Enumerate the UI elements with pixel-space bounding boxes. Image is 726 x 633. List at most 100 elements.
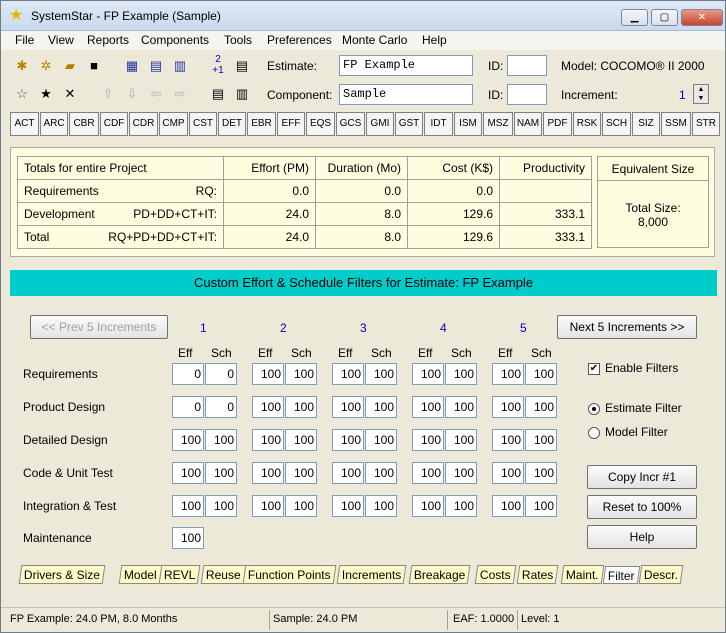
component-report-icon[interactable]: ▤ (207, 83, 229, 105)
effort-filter-input[interactable]: 100 (172, 495, 204, 517)
module-button-cdf[interactable]: CDF (100, 112, 128, 136)
move-down-icon[interactable]: ⇩ (121, 83, 143, 105)
menu-view[interactable]: View (48, 33, 74, 47)
star-outline-icon[interactable]: ☆ (11, 83, 33, 105)
schedule-filter-input[interactable]: 100 (285, 495, 317, 517)
effort-filter-input[interactable]: 100 (412, 396, 444, 418)
move-left-icon[interactable]: ⇦ (145, 83, 167, 105)
schedule-filter-input[interactable]: 100 (205, 462, 237, 484)
schedule-filter-input[interactable]: 100 (445, 495, 477, 517)
schedule-filter-input[interactable]: 100 (525, 363, 557, 385)
schedule-filter-input[interactable]: 100 (365, 363, 397, 385)
effort-filter-input[interactable]: 100 (252, 363, 284, 385)
tab-descr[interactable]: Descr. (638, 565, 684, 584)
estimate-id-input[interactable] (507, 55, 547, 76)
module-button-gst[interactable]: GST (395, 112, 423, 136)
schedule-filter-input[interactable]: 100 (365, 396, 397, 418)
effort-filter-input[interactable]: 100 (412, 495, 444, 517)
module-button-cdr[interactable]: CDR (129, 112, 158, 136)
effort-filter-input[interactable]: 100 (332, 396, 364, 418)
menu-preferences[interactable]: Preferences (267, 33, 332, 47)
module-button-msz[interactable]: MSZ (483, 112, 513, 136)
module-button-arc[interactable]: ARC (40, 112, 68, 136)
module-button-ism[interactable]: ISM (454, 112, 482, 136)
effort-filter-input[interactable]: 0 (172, 363, 204, 385)
menu-tools[interactable]: Tools (224, 33, 252, 47)
module-button-rsk[interactable]: RSK (573, 112, 601, 136)
schedule-filter-input[interactable]: 100 (525, 462, 557, 484)
list-view-icon[interactable]: ▤ (145, 55, 167, 77)
estimate-input[interactable]: FP Example (339, 55, 473, 76)
schedule-filter-input[interactable]: 100 (365, 429, 397, 451)
effort-filter-input[interactable]: 100 (252, 462, 284, 484)
maintenance-input[interactable]: 100 (172, 527, 204, 549)
increment-spinner[interactable]: ▲ ▼ (693, 84, 709, 104)
tab-revl[interactable]: REVL (158, 565, 201, 584)
module-button-eqs[interactable]: EQS (306, 112, 335, 136)
delete-icon[interactable]: ✕ (59, 83, 81, 105)
schedule-filter-input[interactable]: 0 (205, 363, 237, 385)
schedule-filter-input[interactable]: 100 (285, 396, 317, 418)
module-button-str[interactable]: STR (692, 112, 720, 136)
module-button-siz[interactable]: SIZ (632, 112, 660, 136)
module-button-cst[interactable]: CST (189, 112, 217, 136)
reset-button[interactable]: Reset to 100% (587, 495, 697, 519)
menu-components[interactable]: Components (141, 33, 209, 47)
schedule-filter-input[interactable]: 100 (205, 429, 237, 451)
tab-model[interactable]: Model (118, 565, 163, 584)
component-detail-icon[interactable]: ▥ (231, 83, 253, 105)
estimate-filter-radio[interactable] (588, 403, 600, 415)
tab-rates[interactable]: Rates (516, 565, 559, 584)
effort-filter-input[interactable]: 100 (252, 495, 284, 517)
help-button[interactable]: Help (587, 525, 697, 549)
star-add-icon[interactable]: ★ (35, 83, 57, 105)
increment-icon[interactable]: 2 +1 (205, 53, 231, 76)
module-button-ebr[interactable]: EBR (247, 112, 276, 136)
prev-increments-button[interactable]: << Prev 5 Increments (30, 315, 168, 339)
schedule-filter-input[interactable]: 0 (205, 396, 237, 418)
chart-view-icon[interactable]: ▥ (169, 55, 191, 77)
schedule-filter-input[interactable]: 100 (285, 363, 317, 385)
module-button-act[interactable]: ACT (10, 112, 39, 136)
menu-monte-carlo[interactable]: Monte Carlo (342, 33, 407, 47)
schedule-filter-input[interactable]: 100 (525, 396, 557, 418)
effort-filter-input[interactable]: 100 (492, 462, 524, 484)
module-button-det[interactable]: DET (218, 112, 246, 136)
tab-filter[interactable]: Filter (602, 566, 640, 584)
tab-function-points[interactable]: Function Points (242, 565, 337, 584)
tab-maint[interactable]: Maint. (560, 565, 605, 584)
module-button-cbr[interactable]: CBR (69, 112, 99, 136)
schedule-filter-input[interactable]: 100 (365, 462, 397, 484)
effort-filter-input[interactable]: 100 (332, 363, 364, 385)
tab-drivers-size[interactable]: Drivers & Size (18, 565, 106, 584)
module-button-cmp[interactable]: CMP (159, 112, 188, 136)
effort-filter-input[interactable]: 100 (492, 396, 524, 418)
new-project-icon[interactable]: ✲ (35, 55, 57, 77)
new-star-icon[interactable]: ✱ (11, 55, 33, 77)
tab-reuse[interactable]: Reuse (200, 565, 247, 584)
component-input[interactable]: Sample (339, 84, 473, 105)
module-button-ssm[interactable]: SSM (661, 112, 691, 136)
report-icon[interactable]: ▤ (231, 55, 253, 77)
effort-filter-input[interactable]: 100 (492, 495, 524, 517)
schedule-filter-input[interactable]: 100 (285, 462, 317, 484)
schedule-filter-input[interactable]: 100 (445, 462, 477, 484)
effort-filter-input[interactable]: 100 (332, 429, 364, 451)
module-button-idt[interactable]: IDT (424, 112, 453, 136)
effort-filter-input[interactable]: 100 (412, 363, 444, 385)
minimize-button[interactable]: ▁ (621, 9, 648, 26)
tab-increments[interactable]: Increments (336, 565, 407, 584)
maximize-button[interactable]: ▢ (651, 9, 678, 26)
effort-filter-input[interactable]: 100 (172, 429, 204, 451)
effort-filter-input[interactable]: 0 (172, 396, 204, 418)
effort-filter-input[interactable]: 100 (252, 396, 284, 418)
move-right-icon[interactable]: ⇨ (169, 83, 191, 105)
module-button-gmi[interactable]: GMI (366, 112, 394, 136)
module-button-nam[interactable]: NAM (514, 112, 542, 136)
open-folder-icon[interactable]: ▰ (59, 55, 81, 77)
model-filter-radio[interactable] (588, 427, 600, 439)
schedule-filter-input[interactable]: 100 (365, 495, 397, 517)
schedule-filter-input[interactable]: 100 (525, 429, 557, 451)
effort-filter-input[interactable]: 100 (412, 429, 444, 451)
tab-breakage[interactable]: Breakage (408, 565, 471, 584)
